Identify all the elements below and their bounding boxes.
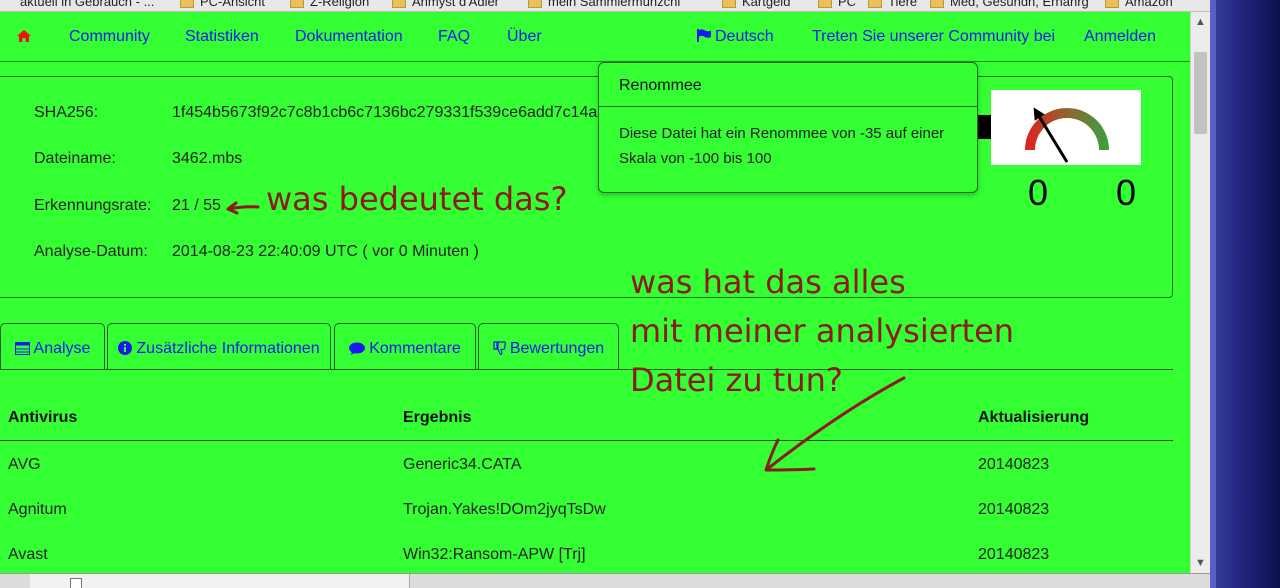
nav-statistics[interactable]: Statistiken xyxy=(185,28,259,46)
scroll-up-icon[interactable]: ▲ xyxy=(1191,14,1210,30)
folder-icon xyxy=(930,0,944,8)
tab-label: Bewertungen xyxy=(509,340,605,357)
detection-value: 21 / 55 xyxy=(172,197,221,214)
desktop-background xyxy=(1210,0,1280,588)
folder-icon xyxy=(722,0,736,8)
bookmark-item[interactable]: Amazon xyxy=(1105,0,1173,9)
annotation-question-2-line-2: mit meiner analysierten xyxy=(630,312,1015,350)
tab-additional-info[interactable]: Zusätzliche Informationen xyxy=(107,323,331,370)
filename-value: 3462.mbs xyxy=(172,150,243,167)
bookmark-item[interactable]: Med, Gesundh, Ernährg xyxy=(930,0,1089,9)
update-date: 20140823 xyxy=(978,456,1050,473)
folder-icon xyxy=(290,0,304,8)
gauge-icon xyxy=(1025,107,1109,163)
bookmark-item[interactable]: Z-Religion xyxy=(290,0,369,9)
folder-icon xyxy=(868,0,882,8)
tab-comments[interactable]: Kommentare xyxy=(334,323,476,370)
bookmark-item[interactable]: Tiere xyxy=(868,0,917,9)
thumbs-down-icon xyxy=(493,341,506,355)
tab-label: Analyse xyxy=(33,340,91,357)
nav-language[interactable]: Deutsch xyxy=(697,28,774,46)
tabs-divider xyxy=(0,369,1173,370)
update-date: 20140823 xyxy=(978,501,1050,518)
bookmark-item[interactable]: Kartgeld xyxy=(722,0,790,9)
column-header-update[interactable]: Aktualisierung xyxy=(978,409,1089,427)
annotation-question-2-line-1: was hat das alles xyxy=(630,263,906,301)
nav-documentation[interactable]: Dokumentation xyxy=(295,28,403,46)
nav-faq[interactable]: FAQ xyxy=(438,28,470,46)
annotation-question-1: was bedeutet das? xyxy=(266,180,568,218)
window-border xyxy=(1210,0,1216,588)
scrollbar-thumb[interactable] xyxy=(1194,52,1207,134)
comment-icon xyxy=(349,342,366,355)
tab-label: Zusätzliche Informationen xyxy=(136,340,320,357)
table-header-divider xyxy=(0,440,1173,441)
folder-icon xyxy=(392,0,406,8)
date-value: 2014-08-23 22:40:09 UTC ( vor 0 Minuten … xyxy=(172,243,479,260)
document-icon xyxy=(70,578,82,588)
home-icon[interactable] xyxy=(17,30,31,42)
tab-ratings[interactable]: Bewertungen xyxy=(478,323,619,370)
popover-title: Renommee xyxy=(619,77,702,94)
flag-icon xyxy=(697,29,711,42)
antivirus-name: Avast xyxy=(8,546,48,563)
nav-login[interactable]: Anmelden xyxy=(1084,28,1156,46)
tab-analyse[interactable]: Analyse xyxy=(0,323,105,370)
bookmark-item[interactable]: PC xyxy=(818,0,856,9)
folder-icon xyxy=(818,0,832,8)
bookmark-item[interactable]: aktuell in Gebrauch - ... xyxy=(20,0,154,9)
detection-result: Win32:Ransom-APW [Trj] xyxy=(403,546,586,563)
bookmark-item[interactable]: PC-Ansicht xyxy=(180,0,265,9)
antivirus-name: Agnitum xyxy=(8,501,67,518)
detection-result: Generic34.CATA xyxy=(403,456,522,473)
score-right: 0 xyxy=(1116,172,1137,213)
antivirus-name: AVG xyxy=(8,456,41,473)
sha-value: 1f454b5673f92c7c8b1cb6c7136bc279331f539c… xyxy=(172,104,598,121)
date-label: Analyse-Datum: xyxy=(34,243,148,260)
reputation-popover: Renommee Diese Datei hat ein Renommee vo… xyxy=(598,62,978,193)
folder-icon xyxy=(180,0,194,8)
detection-result: Trojan.Yakes!DOm2jyqTsDw xyxy=(403,501,606,518)
update-date: 20140823 xyxy=(978,546,1050,563)
vertical-scrollbar[interactable]: ▲ ▼ xyxy=(1190,12,1210,573)
table-icon xyxy=(14,342,30,355)
top-navbar: Community Statistiken Dokumentation FAQ … xyxy=(0,12,1190,62)
score-left: 0 xyxy=(1028,172,1049,213)
column-header-antivirus[interactable]: Antivirus xyxy=(8,409,77,427)
nav-about[interactable]: Über xyxy=(507,28,542,46)
scroll-down-icon[interactable]: ▼ xyxy=(1191,555,1210,571)
bottom-taskbar xyxy=(0,573,1210,588)
taskbar-item[interactable] xyxy=(30,574,410,588)
filename-label: Dateiname: xyxy=(34,150,116,167)
nav-join-community[interactable]: Treten Sie unserer Community bei xyxy=(812,28,1055,46)
annotation-question-2-line-3: Datei zu tun? xyxy=(630,361,843,399)
web-page: Community Statistiken Dokumentation FAQ … xyxy=(0,12,1190,573)
gauge-marker xyxy=(978,115,992,139)
detection-label: Erkennungsrate: xyxy=(34,197,152,214)
language-label: Deutsch xyxy=(715,28,774,45)
bookmark-item[interactable]: mein Sammlermünzchi xyxy=(528,0,680,9)
info-icon xyxy=(118,341,133,355)
popover-divider xyxy=(599,106,977,107)
reputation-gauge[interactable] xyxy=(991,90,1141,165)
folder-icon xyxy=(528,0,542,8)
nav-community[interactable]: Community xyxy=(69,28,150,46)
folder-icon xyxy=(1105,0,1119,8)
column-header-result[interactable]: Ergebnis xyxy=(403,409,471,427)
sha-label: SHA256: xyxy=(34,104,99,121)
tab-label: Kommentare xyxy=(369,340,461,357)
popover-body: Diese Datei hat ein Renommee von -35 auf… xyxy=(619,125,945,167)
bookmark-item[interactable]: Anmyst d'Adler xyxy=(392,0,499,9)
bookmarks-bar: aktuell in Gebrauch - ... PC-Ansicht Z-R… xyxy=(0,0,1210,12)
